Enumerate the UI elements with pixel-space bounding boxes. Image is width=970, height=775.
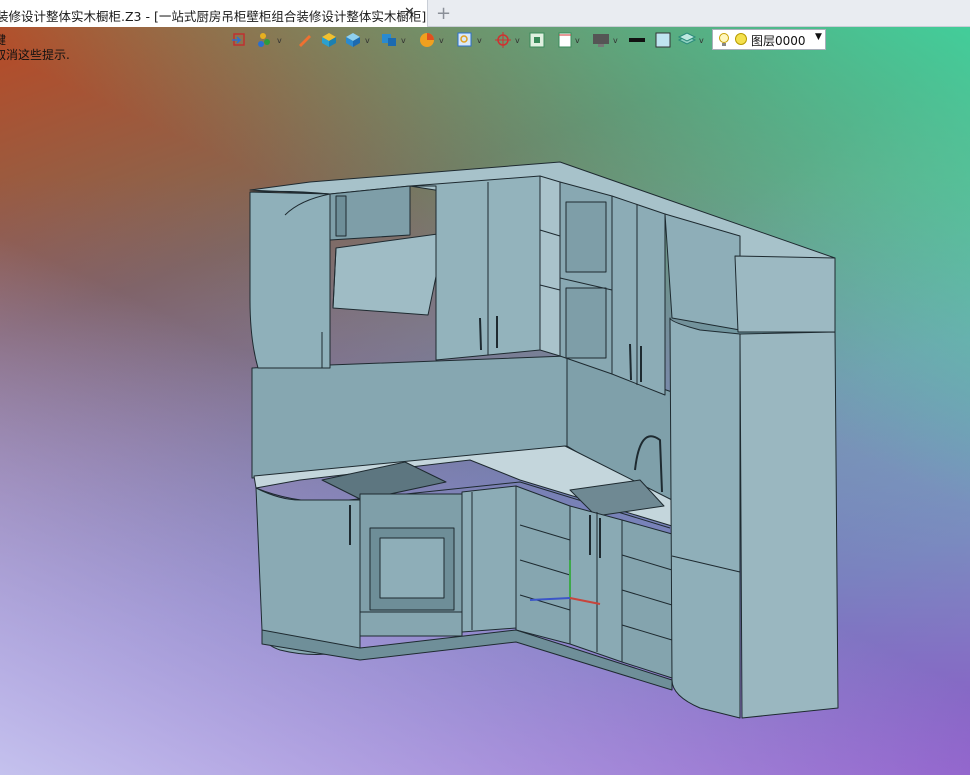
tab-title: 装修设计整体实木橱柜.Z3 - [一站式厨房吊柜壁柜组合装修设计整体实木橱柜] [0,9,427,24]
chevron-down-icon[interactable]: v [515,36,520,45]
layers-icon[interactable] [677,29,697,51]
chevron-down-icon[interactable]: v [477,36,482,45]
open-shelf [539,175,561,357]
bulb-icon[interactable] [718,32,730,51]
fill-color-icon[interactable] [653,29,673,51]
drawer-stack [515,485,571,645]
page-icon[interactable] [555,29,575,51]
box-icon[interactable] [319,29,339,51]
new-tab-icon[interactable]: + [436,3,451,24]
chevron-down-icon[interactable]: v [613,36,618,45]
corner-lower-cabinet [255,487,361,655]
lower-cabinet [461,485,517,633]
dropdown-arrow-icon[interactable]: ▼ [815,32,822,42]
chevron-down-icon[interactable]: v [439,36,444,45]
3d-viewport[interactable] [0,27,970,775]
blocks-icon[interactable] [379,29,399,51]
layer-name: 图层0000 [751,34,806,48]
sink-cabinet [569,505,623,663]
right-drawers [621,519,673,679]
line-style-icon[interactable] [627,29,647,51]
hint-line-1: 键 [0,33,7,47]
tab-bar: 装修设计整体实木橱柜.Z3 - [一站式厨房吊柜壁柜组合装修设计整体实木橱柜] … [0,0,970,27]
brush-icon[interactable] [295,29,315,51]
close-icon[interactable]: ✕ [404,5,415,20]
fridge-side [739,331,839,719]
document-tab[interactable]: 装修设计整体实木橱柜.Z3 - [一站式厨房吊柜壁柜组合装修设计整体实木橱柜] … [0,0,428,27]
pie-icon[interactable] [417,29,437,51]
kitchen-model[interactable] [0,27,970,775]
side-upper-cabinet [611,195,666,396]
corner-upper-cabinet [249,191,331,369]
range-hood [332,232,446,316]
monitor-icon[interactable] [591,29,611,51]
chevron-down-icon[interactable]: v [699,36,704,45]
import-icon[interactable] [229,29,249,51]
hint-line-2: 取消这些提示. [0,48,70,62]
color-palette-icon[interactable] [255,29,275,51]
sun-icon[interactable] [735,33,747,45]
hint-text: 键 取消这些提示. [0,33,70,63]
crosshair-icon[interactable] [493,29,513,51]
solid-icon[interactable] [343,29,363,51]
zoom-icon[interactable] [455,29,475,51]
fit-view-icon[interactable] [527,29,547,51]
chevron-down-icon[interactable]: v [401,36,406,45]
layer-selector[interactable]: 图层0000 ▼ [712,29,826,50]
fridge-door [669,317,741,719]
chevron-down-icon[interactable]: v [365,36,370,45]
chevron-down-icon[interactable]: v [277,36,282,45]
chevron-down-icon[interactable]: v [575,36,580,45]
